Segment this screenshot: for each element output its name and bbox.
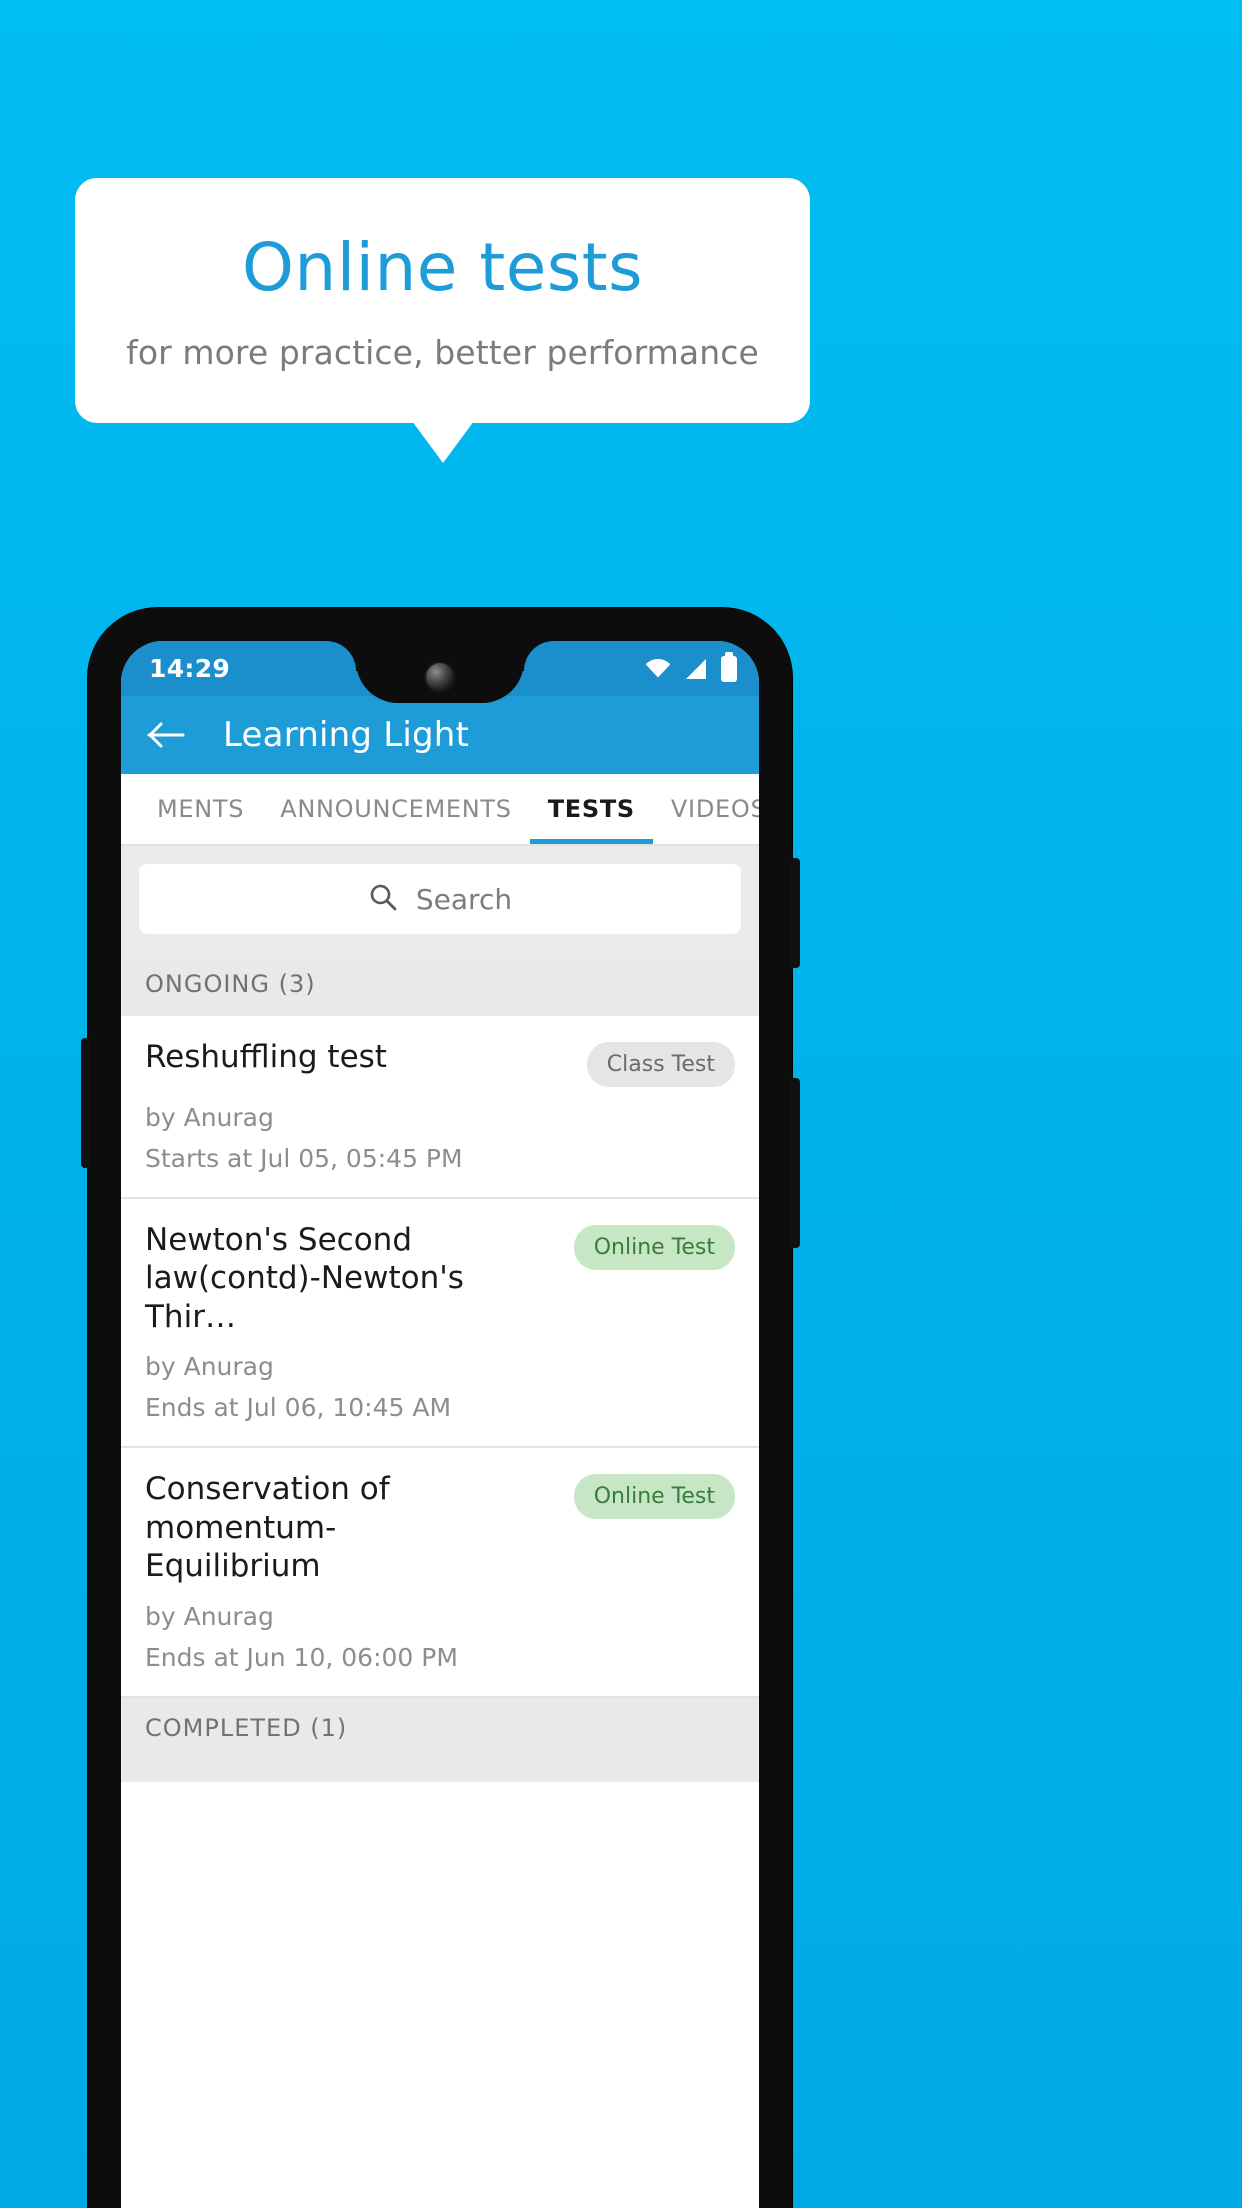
test-list-item[interactable]: Conservation of momentum-Equilibrium Onl… — [121, 1448, 759, 1698]
promo-subtitle: for more practice, better performance — [126, 332, 759, 372]
search-container: Search — [121, 846, 759, 954]
app-bar: Learning Light — [121, 696, 759, 774]
phone-screen: 14:29 Learning Light MENTS ANNOUNCEMENTS… — [121, 641, 759, 2208]
back-arrow-icon[interactable] — [145, 713, 189, 757]
test-title: Newton's Second law(contd)-Newton's Thir… — [145, 1222, 464, 1335]
section-header-completed: COMPLETED (1) — [121, 1697, 759, 1782]
test-item-header-row: Conservation of momentum-Equilibrium Onl… — [145, 1470, 735, 1585]
section-header-ongoing: ONGOING (3) — [121, 954, 759, 1016]
search-input[interactable]: Search — [139, 864, 741, 934]
tab-bar: MENTS ANNOUNCEMENTS TESTS VIDEOS — [121, 774, 759, 844]
test-item-header-row: Reshuffling test Class Test — [145, 1038, 735, 1087]
page-title: Learning Light — [223, 715, 470, 755]
test-title: Reshuffling test — [145, 1039, 387, 1075]
test-author: by Anurag — [145, 1601, 274, 1631]
phone-device-frame: 14:29 Learning Light MENTS ANNOUNCEMENTS… — [81, 608, 800, 2208]
promo-callout-card: Online tests for more practice, better p… — [75, 178, 810, 423]
signal-icon — [684, 658, 708, 680]
status-badge: Online Test — [573, 1474, 735, 1520]
test-schedule: Ends at Jun 10, 06:00 PM — [145, 1642, 458, 1672]
status-badge: Online Test — [573, 1225, 735, 1270]
test-author: by Anurag — [145, 1352, 274, 1382]
status-bar-clock: 14:29 — [149, 654, 231, 683]
front-camera-icon — [426, 663, 454, 691]
battery-icon — [721, 651, 737, 682]
status-badge: Class Test — [586, 1042, 735, 1087]
device-volume-button[interactable] — [790, 858, 800, 968]
search-icon — [368, 882, 398, 916]
test-schedule: Ends at Jul 06, 10:45 AM — [145, 1393, 452, 1423]
test-list-item[interactable]: Newton's Second law(contd)-Newton's Thir… — [121, 1199, 759, 1449]
tab-announcements[interactable]: ANNOUNCEMENTS — [262, 774, 529, 844]
test-author: by Anurag — [145, 1103, 274, 1132]
tab-tests[interactable]: TESTS — [529, 774, 654, 844]
device-power-button[interactable] — [790, 1078, 800, 1248]
device-assistant-button[interactable] — [81, 1038, 90, 1168]
tab-ments[interactable]: MENTS — [139, 774, 262, 844]
test-schedule: Starts at Jul 05, 05:45 PM — [145, 1144, 463, 1173]
test-title: Conservation of momentum-Equilibrium — [145, 1471, 390, 1585]
status-bar-icons — [645, 651, 737, 682]
tab-videos[interactable]: VIDEOS — [653, 774, 759, 844]
test-item-header-row: Newton's Second law(contd)-Newton's Thir… — [145, 1221, 735, 1336]
search-placeholder-text: Search — [415, 882, 513, 916]
wifi-icon — [645, 659, 671, 678]
promo-title: Online tests — [241, 229, 643, 307]
device-notch — [356, 641, 524, 703]
test-list-item[interactable]: Reshuffling test Class Test by Anurag St… — [121, 1016, 759, 1199]
callout-pointer-arrow — [412, 421, 474, 463]
